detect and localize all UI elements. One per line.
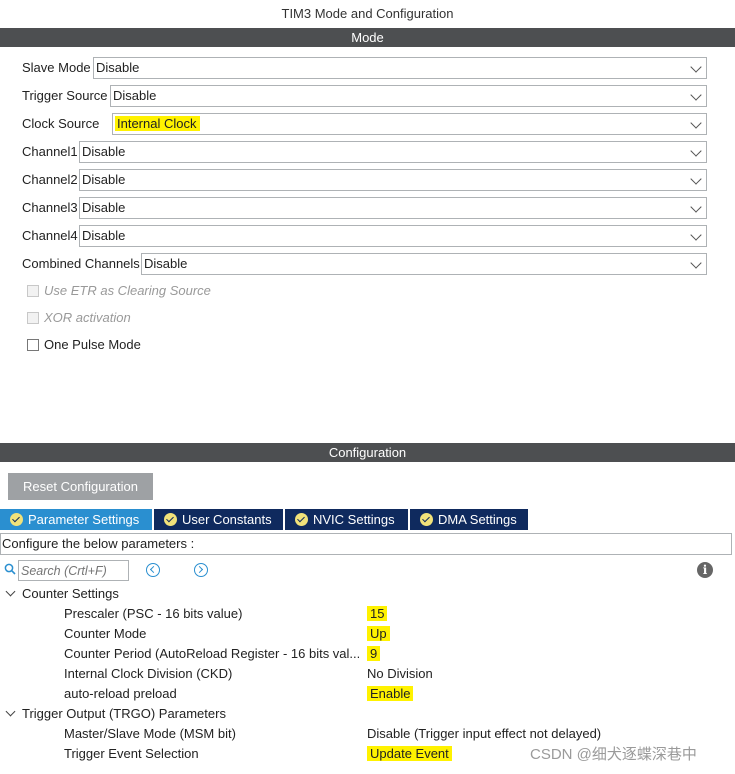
chevron-down-icon bbox=[690, 229, 702, 241]
channel1-select[interactable]: Disable bbox=[79, 141, 707, 163]
channel3-select[interactable]: Disable bbox=[79, 197, 707, 219]
window-title: TIM3 Mode and Configuration bbox=[281, 6, 454, 21]
info-icon[interactable]: i bbox=[697, 562, 713, 578]
tab-nvic-settings[interactable]: NVIC Settings bbox=[285, 509, 408, 530]
channel3-label: Channel3 bbox=[22, 200, 78, 215]
search-icon bbox=[4, 563, 16, 575]
param-counter-period-value[interactable]: 9 bbox=[367, 644, 381, 664]
param-value-text: Update Event bbox=[367, 746, 452, 761]
chevron-left-icon bbox=[149, 565, 158, 574]
tab-label: Parameter Settings bbox=[28, 512, 140, 527]
trigger-source-label: Trigger Source bbox=[22, 88, 108, 103]
slave-mode-value: Disable bbox=[96, 60, 140, 75]
param-value-text: 9 bbox=[367, 646, 381, 661]
channel1-label: Channel1 bbox=[22, 144, 78, 159]
tab-parameter-settings[interactable]: Parameter Settings bbox=[0, 509, 152, 530]
param-auto-reload-value[interactable]: Enable bbox=[367, 684, 414, 704]
checkbox-box bbox=[27, 285, 39, 297]
trigger-source-select[interactable]: Disable bbox=[110, 85, 707, 107]
chevron-down-icon bbox=[690, 89, 702, 101]
param-counter-mode-name: Counter Mode bbox=[64, 626, 147, 641]
mode-header: Mode bbox=[0, 28, 735, 47]
tab-label: DMA Settings bbox=[438, 512, 517, 527]
chevron-down-icon bbox=[690, 61, 702, 73]
watermark-text: CSDN @细犬逐蝶深巷中 bbox=[530, 746, 697, 763]
channel3-value: Disable bbox=[82, 200, 126, 215]
param-clock-division-name: Internal Clock Division (CKD) bbox=[64, 666, 233, 681]
chevron-down-icon bbox=[690, 201, 702, 213]
param-prescaler-name: Prescaler (PSC - 16 bits value) bbox=[64, 606, 243, 621]
chevron-down-icon bbox=[690, 145, 702, 157]
check-circle-icon bbox=[420, 513, 433, 526]
param-prescaler-value[interactable]: 15 bbox=[367, 604, 388, 624]
param-value-text: 15 bbox=[367, 606, 388, 621]
tab-label: NVIC Settings bbox=[313, 512, 395, 527]
clock-source-select[interactable]: Internal Clock bbox=[112, 113, 707, 135]
param-clock-division-value[interactable]: No Division bbox=[367, 664, 433, 684]
param-value-text: Enable bbox=[367, 686, 414, 701]
param-msm-value[interactable]: Disable (Trigger input effect not delaye… bbox=[367, 724, 601, 744]
clock-source-label: Clock Source bbox=[22, 116, 100, 131]
param-trigger-event-name: Trigger Event Selection bbox=[64, 746, 199, 761]
combined-channels-value: Disable bbox=[144, 256, 188, 271]
group-title: Counter Settings bbox=[22, 586, 119, 601]
check-circle-icon bbox=[295, 513, 308, 526]
channel4-value: Disable bbox=[82, 228, 126, 243]
chevron-right-icon bbox=[195, 565, 204, 574]
trigger-source-value: Disable bbox=[113, 88, 157, 103]
check-circle-icon bbox=[10, 513, 23, 526]
next-match-button[interactable] bbox=[194, 563, 208, 577]
slave-mode-select[interactable]: Disable bbox=[93, 57, 707, 79]
param-auto-reload-name: auto-reload preload bbox=[64, 686, 177, 701]
xor-activation-label: XOR activation bbox=[44, 310, 131, 325]
channel4-select[interactable]: Disable bbox=[79, 225, 707, 247]
chevron-down-icon bbox=[5, 586, 16, 597]
param-value-text: Disable (Trigger input effect not delaye… bbox=[367, 726, 602, 741]
reset-configuration-button[interactable]: Reset Configuration bbox=[8, 473, 153, 500]
search-input[interactable] bbox=[18, 560, 129, 581]
param-counter-period-name: Counter Period (AutoReload Register - 16… bbox=[64, 646, 359, 661]
param-msm-name: Master/Slave Mode (MSM bit) bbox=[64, 726, 236, 741]
combined-channels-select[interactable]: Disable bbox=[141, 253, 707, 275]
checkbox-box bbox=[27, 312, 39, 324]
previous-match-button[interactable] bbox=[146, 563, 160, 577]
param-value-text: No Division bbox=[367, 666, 433, 681]
group-title: Trigger Output (TRGO) Parameters bbox=[22, 706, 226, 721]
param-value-text: Up bbox=[367, 626, 390, 641]
channel4-label: Channel4 bbox=[22, 228, 78, 243]
channel2-value: Disable bbox=[82, 172, 126, 187]
tab-label: User Constants bbox=[182, 512, 272, 527]
checkbox-box bbox=[27, 339, 39, 351]
combined-channels-label: Combined Channels bbox=[22, 256, 140, 271]
configure-parameters-text: Configure the below parameters : bbox=[0, 533, 732, 555]
chevron-down-icon bbox=[690, 257, 702, 269]
clock-source-value: Internal Clock bbox=[115, 116, 201, 131]
chevron-down-icon bbox=[690, 117, 702, 129]
tab-user-constants[interactable]: User Constants bbox=[154, 509, 283, 530]
channel2-label: Channel2 bbox=[22, 172, 78, 187]
chevron-down-icon bbox=[5, 706, 16, 717]
use-etr-label: Use ETR as Clearing Source bbox=[44, 283, 211, 298]
param-counter-mode-value[interactable]: Up bbox=[367, 624, 390, 644]
channel2-select[interactable]: Disable bbox=[79, 169, 707, 191]
configuration-header: Configuration bbox=[0, 443, 735, 462]
chevron-down-icon bbox=[690, 173, 702, 185]
check-circle-icon bbox=[164, 513, 177, 526]
param-trigger-event-value[interactable]: Update Event bbox=[367, 744, 452, 764]
tab-dma-settings[interactable]: DMA Settings bbox=[410, 509, 528, 530]
slave-mode-label: Slave Mode bbox=[22, 60, 91, 75]
channel1-value: Disable bbox=[82, 144, 126, 159]
one-pulse-mode-label: One Pulse Mode bbox=[44, 337, 141, 352]
